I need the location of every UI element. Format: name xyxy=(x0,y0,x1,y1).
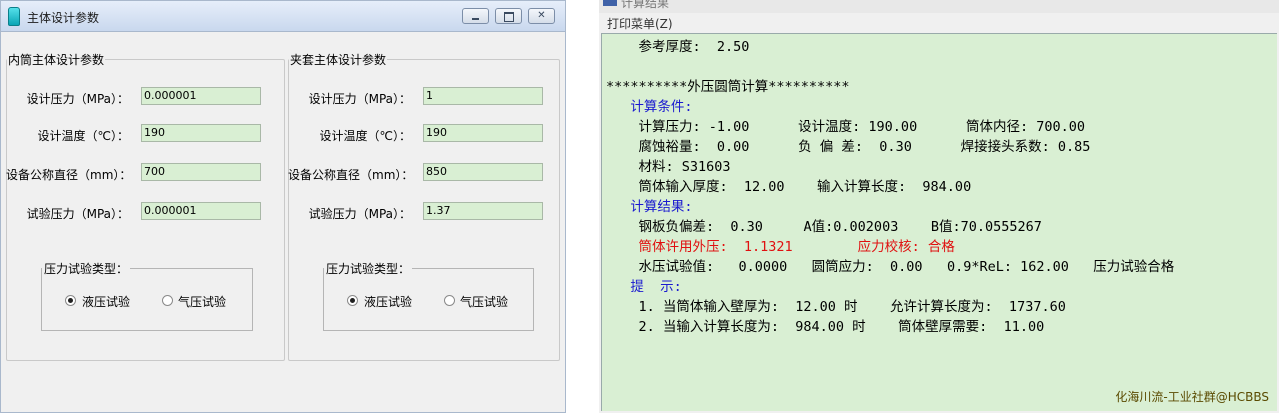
result-line: 2. 当输入计算长度为: 984.00 时 筒体壁厚需要: 11.00 xyxy=(606,319,1045,335)
inner-pneumatic-radio[interactable] xyxy=(162,295,173,306)
results-title-bar[interactable]: 计算结果 xyxy=(599,0,1279,13)
inner-group-title: 内筒主体设计参数 xyxy=(8,53,105,67)
window-title: 主体设计参数 xyxy=(27,11,100,25)
result-line: 筒体输入厚度: 12.00 输入计算长度: 984.00 xyxy=(606,179,972,195)
watermark: 化海川流-工业社群@HCBBS xyxy=(1115,390,1269,404)
jacket-test-pressure-input[interactable]: 1.37 xyxy=(423,202,543,220)
inner-diameter-input[interactable]: 700 xyxy=(141,163,261,181)
jacket-hydro-radio[interactable] xyxy=(347,295,358,306)
inner-test-pressure-label: 试验压力（MPa）： xyxy=(26,207,129,221)
jacket-hydro-label[interactable]: 液压试验 xyxy=(364,293,412,310)
jacket-diameter-label: 设备公称直径（mm）： xyxy=(288,168,414,182)
jacket-design-pressure-label: 设计压力（MPa）： xyxy=(308,92,411,106)
result-line: 腐蚀裕量: 0.00 负 偏 差: 0.30 焊接接头系数: 0.85 xyxy=(606,139,1091,155)
inner-diameter-label: 设备公称直径（mm）： xyxy=(6,168,132,182)
jacket-pneumatic-radio[interactable] xyxy=(444,295,455,306)
result-line: 参考厚度: 2.50 xyxy=(606,39,750,55)
result-line: 材料: S31603 xyxy=(606,159,731,175)
jacket-group-title: 夹套主体设计参数 xyxy=(290,53,387,67)
inner-pneumatic-label[interactable]: 气压试验 xyxy=(178,293,226,310)
result-line: 提 示: xyxy=(606,279,682,295)
jacket-pneumatic-label[interactable]: 气压试验 xyxy=(460,293,508,310)
jacket-test-type-title: 压力试验类型： xyxy=(326,262,411,276)
inner-hydro-radio[interactable] xyxy=(65,295,76,306)
results-app-icon xyxy=(603,0,617,6)
result-line: 筒体许用外压: 1.1321 应力校核: 合格 xyxy=(606,239,955,255)
close-button[interactable]: ✕ xyxy=(528,8,555,24)
inner-hydro-label[interactable]: 液压试验 xyxy=(82,293,130,310)
minimize-button[interactable] xyxy=(462,8,489,24)
title-bar[interactable]: 主体设计参数 ✕ xyxy=(1,1,565,32)
result-line: 钢板负偏差: 0.30 A值:0.002003 B值:70.0555267 xyxy=(606,219,1042,235)
inner-design-pressure-label: 设计压力（MPa）： xyxy=(26,92,129,106)
result-line: **********外压圆筒计算********** xyxy=(606,79,850,95)
jacket-design-temp-label: 设计温度（℃）： xyxy=(319,129,411,143)
results-text-area[interactable]: 化海川流-工业社群@HCBBS 参考厚度: 2.50 **********外压圆筒… xyxy=(601,33,1277,411)
print-menu[interactable]: 打印菜单(Z) xyxy=(607,15,673,32)
inner-design-pressure-input[interactable]: 0.000001 xyxy=(141,87,261,105)
result-line: 1. 当筒体输入壁厚为: 12.00 时 允许计算长度为: 1737.60 xyxy=(606,299,1066,315)
design-params-window: 主体设计参数 ✕ 内筒主体设计参数 设计压力（MPa）： 0.000001 设计… xyxy=(0,0,566,413)
jacket-test-pressure-label: 试验压力（MPa）： xyxy=(308,207,411,221)
inner-test-pressure-input[interactable]: 0.000001 xyxy=(141,202,261,220)
jacket-design-pressure-input[interactable]: 1 xyxy=(423,87,543,105)
inner-design-temp-label: 设计温度（℃）： xyxy=(37,129,129,143)
results-title: 计算结果 xyxy=(621,0,670,10)
result-line: 计算条件: xyxy=(606,99,693,115)
jacket-diameter-input[interactable]: 850 xyxy=(423,163,543,181)
jacket-design-temp-input[interactable]: 190 xyxy=(423,124,543,142)
inner-test-type-title: 压力试验类型： xyxy=(44,262,129,276)
calc-results-window: 计算结果 打印菜单(Z) 化海川流-工业社群@HCBBS 参考厚度: 2.50 *… xyxy=(599,0,1279,413)
result-line: 计算结果: xyxy=(606,199,693,215)
result-line: 水压试验值: 0.0000 圆筒应力: 0.00 0.9*ReL: 162.00… xyxy=(606,259,1175,275)
inner-design-temp-input[interactable]: 190 xyxy=(141,124,261,142)
menu-bar: 打印菜单(Z) xyxy=(599,13,1279,32)
maximize-button[interactable] xyxy=(495,8,522,24)
app-icon xyxy=(8,7,20,26)
result-line: 计算压力: -1.00 设计温度: 190.00 筒体内径: 700.00 xyxy=(606,119,1085,135)
